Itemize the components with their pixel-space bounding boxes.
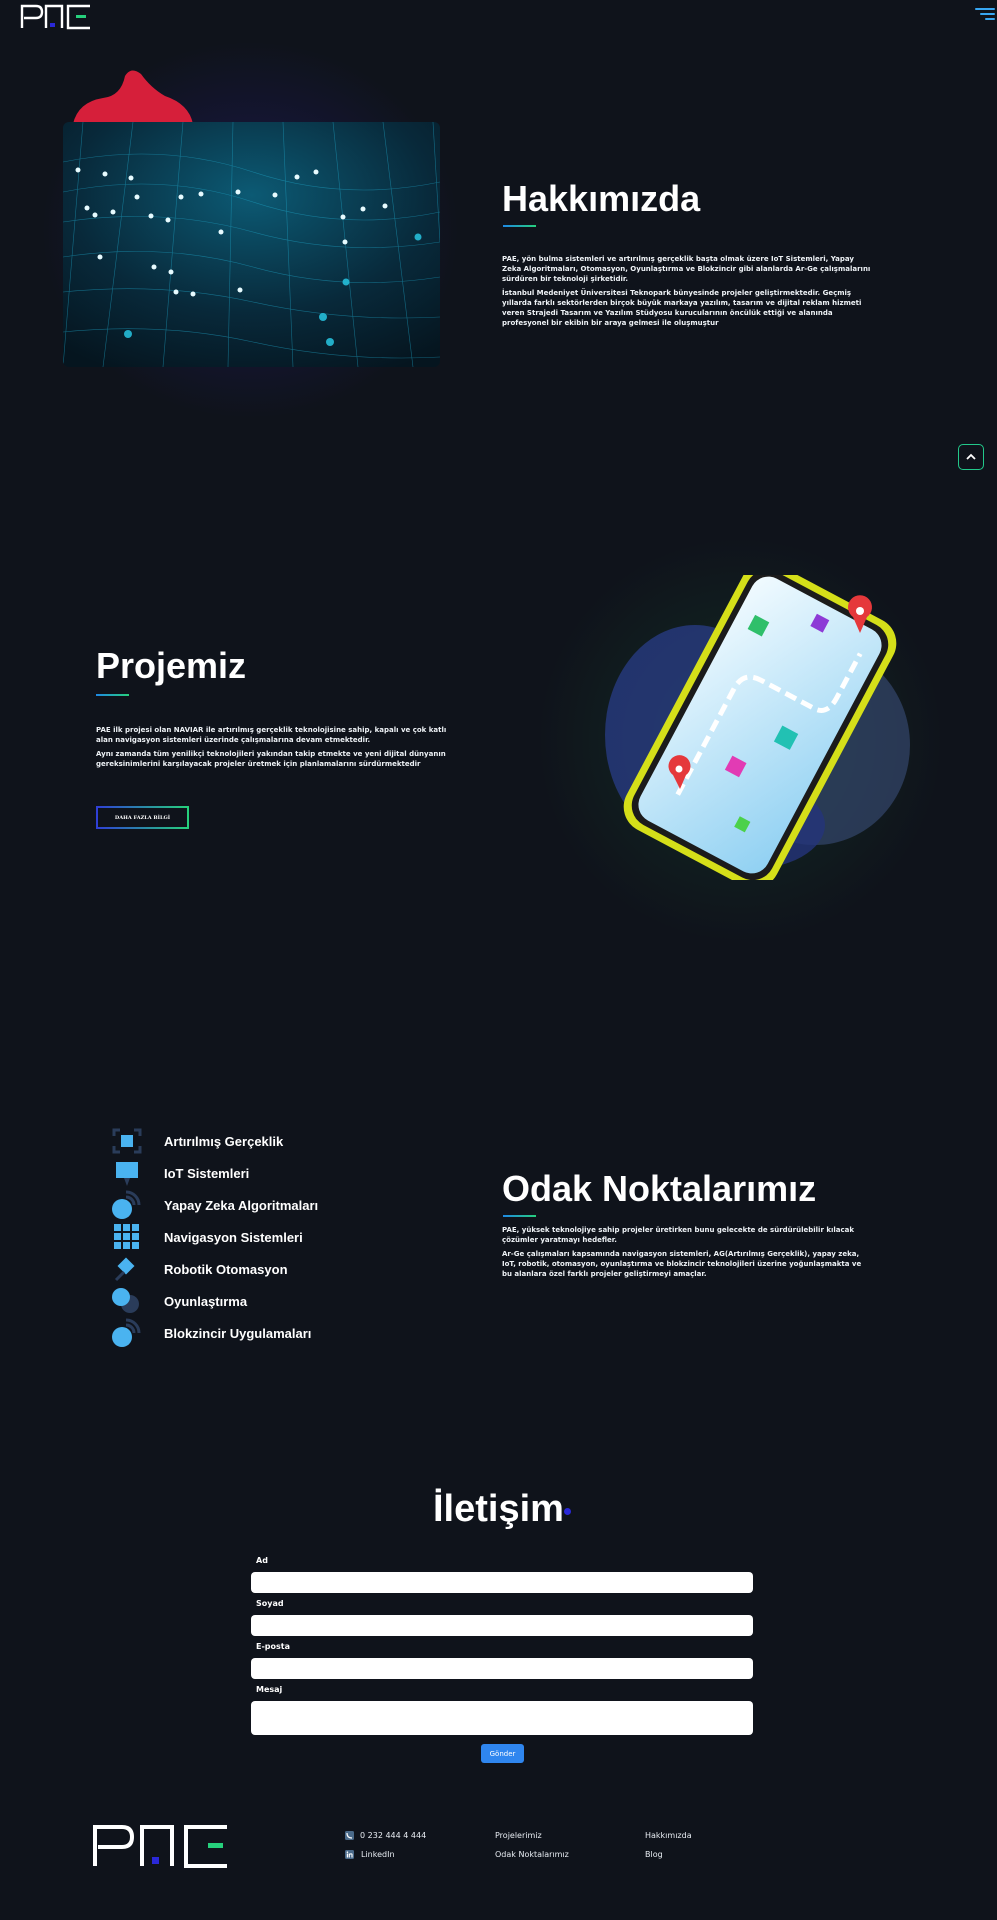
focus-item-gamification: Oyunlaştırma <box>110 1286 350 1316</box>
focus-item-robotics: Robotik Otomasyon <box>110 1254 350 1284</box>
first-name-input[interactable] <box>251 1572 753 1593</box>
footer-link-blog[interactable]: Blog <box>645 1850 663 1859</box>
focus-item-label: Artırılmış Gerçeklik <box>164 1133 284 1149</box>
about-text: PAE, yön bulma sistemleri ve artırılmış … <box>502 254 872 332</box>
focus-item-ar: Artırılmış Gerçeklik <box>110 1126 350 1156</box>
chevron-up-icon <box>966 453 976 460</box>
focus-title-underline <box>503 1215 536 1217</box>
pae-logo[interactable] <box>20 4 92 30</box>
submit-button[interactable]: Gönder <box>481 1744 524 1763</box>
project-title: Projemiz <box>96 645 247 686</box>
first-name-label: Ad <box>256 1556 268 1565</box>
contact-title-dot <box>564 1508 571 1515</box>
phone-navigation-illustration <box>605 575 910 880</box>
focus-item-navigation: Navigasyon Sistemleri <box>110 1222 350 1252</box>
linkedin-icon <box>345 1850 354 1859</box>
ar-icon <box>112 1128 142 1154</box>
footer-link-about[interactable]: Hakkımızda <box>645 1831 692 1840</box>
scroll-to-top-button[interactable] <box>958 444 984 470</box>
last-name-label: Soyad <box>256 1599 284 1608</box>
ai-icon <box>112 1190 141 1219</box>
focus-item-label: IoT Sistemleri <box>164 1165 250 1181</box>
blockchain-icon <box>112 1318 141 1347</box>
robotics-icon <box>114 1257 135 1282</box>
project-paragraph-2: Aynı zamanda tüm yenilikçi teknolojileri… <box>96 750 446 768</box>
last-name-input[interactable] <box>251 1615 753 1636</box>
focus-item-blockchain: Blokzincir Uygulamaları <box>110 1318 350 1348</box>
footer-linkedin-link[interactable]: LinkedIn <box>361 1850 395 1859</box>
email-input[interactable] <box>251 1658 753 1679</box>
about-title: Hakkımızda <box>502 178 701 219</box>
footer-link-focus[interactable]: Odak Noktalarımız <box>495 1850 569 1859</box>
navigation-grid-icon <box>114 1224 139 1249</box>
email-label: E-posta <box>256 1642 290 1651</box>
focus-item-label: Blokzincir Uygulamaları <box>164 1325 312 1341</box>
focus-item-label: Robotik Otomasyon <box>164 1261 288 1277</box>
focus-title: Odak Noktalarımız <box>502 1168 817 1209</box>
focus-item-iot: IoT Sistemleri <box>110 1158 350 1188</box>
focus-item-label: Navigasyon Sistemleri <box>164 1229 303 1245</box>
about-paragraph-2: İstanbul Medeniyet Üniversitesi Teknopar… <box>502 289 862 327</box>
iot-icon <box>116 1162 138 1186</box>
gamification-icon <box>112 1288 139 1313</box>
about-paragraph-1: PAE, yön bulma sistemleri ve artırılmış … <box>502 255 871 283</box>
focus-item-label: Yapay Zeka Algoritmaları <box>164 1197 319 1213</box>
footer-link-projects[interactable]: Projelerimiz <box>495 1831 542 1840</box>
project-title-underline <box>96 694 129 696</box>
focus-item-label: Oyunlaştırma <box>164 1293 248 1309</box>
more-info-button[interactable]: DAHA FAZLA BİLGİ <box>96 806 189 829</box>
focus-paragraph-1: PAE, yüksek teknolojiye sahip projeler ü… <box>502 1226 855 1244</box>
phone-icon <box>345 1831 354 1840</box>
project-paragraph-1: PAE ilk projesi olan NAVIAR ile artırılm… <box>96 726 447 744</box>
message-textarea[interactable] <box>251 1701 753 1735</box>
footer-phone[interactable]: 0 232 444 4 444 <box>360 1831 426 1840</box>
about-network-image <box>63 122 440 367</box>
hamburger-menu-icon[interactable] <box>975 8 995 26</box>
red-blob-decoration <box>73 70 193 124</box>
focus-paragraph-2: Ar-Ge çalışmaları kapsamında navigasyon … <box>502 1250 862 1278</box>
pae-footer-logo[interactable] <box>92 1824 230 1868</box>
focus-text: PAE, yüksek teknolojiye sahip projeler ü… <box>502 1225 872 1283</box>
contact-title: İletişim <box>433 1488 564 1530</box>
focus-item-ai: Yapay Zeka Algoritmaları <box>110 1190 350 1220</box>
message-label: Mesaj <box>256 1685 283 1694</box>
about-title-underline <box>503 225 536 227</box>
project-text: PAE ilk projesi olan NAVIAR ile artırılm… <box>96 725 456 773</box>
